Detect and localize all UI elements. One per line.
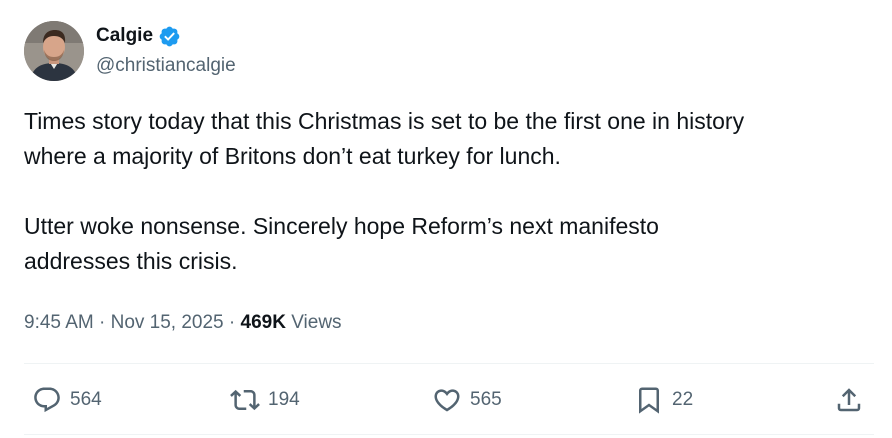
share-button[interactable]	[834, 382, 864, 418]
divider-top	[24, 363, 874, 364]
heart-icon	[434, 389, 460, 412]
bookmark-button[interactable]: 22	[634, 382, 693, 418]
like-button[interactable]: 565	[432, 382, 502, 418]
author-name-row: Calgie	[96, 24, 236, 48]
tweet-timestamp[interactable]: 9:45 AM · Nov 15, 2025 ·	[24, 312, 241, 333]
tweet-paragraph-1: Times story today that this Christmas is…	[24, 108, 745, 169]
views-label: Views	[285, 312, 342, 333]
repost-button[interactable]: 194	[230, 382, 300, 418]
like-count: 565	[470, 389, 502, 410]
tweet-text: Times story today that this Christmas is…	[24, 104, 874, 279]
divider-bottom	[24, 434, 874, 435]
author-block: Calgie @christiancalgie	[96, 24, 236, 78]
tweet-paragraph-2: Utter woke nonsense. Sincerely hope Refo…	[24, 213, 659, 274]
tweet-meta: 9:45 AM · Nov 15, 2025 · 469K Views	[24, 309, 342, 337]
bookmark-icon	[639, 387, 659, 414]
tweet-card: Calgie @christiancalgie Times story toda…	[0, 0, 892, 438]
reply-button[interactable]: 564	[32, 382, 102, 418]
avatar-image	[24, 21, 84, 81]
reply-icon	[34, 387, 60, 413]
verified-badge-icon[interactable]	[158, 25, 181, 48]
repost-icon	[230, 389, 260, 411]
repost-count: 194	[268, 389, 300, 410]
avatar[interactable]	[24, 21, 84, 81]
bookmark-count: 22	[672, 389, 694, 410]
reply-count: 564	[70, 389, 102, 410]
views-count[interactable]: 469K	[241, 312, 286, 333]
action-bar: 564 194 565 22	[24, 382, 874, 418]
author-display-name[interactable]: Calgie	[96, 24, 153, 48]
share-icon	[837, 388, 861, 412]
author-handle[interactable]: @christiancalgie	[96, 54, 236, 78]
